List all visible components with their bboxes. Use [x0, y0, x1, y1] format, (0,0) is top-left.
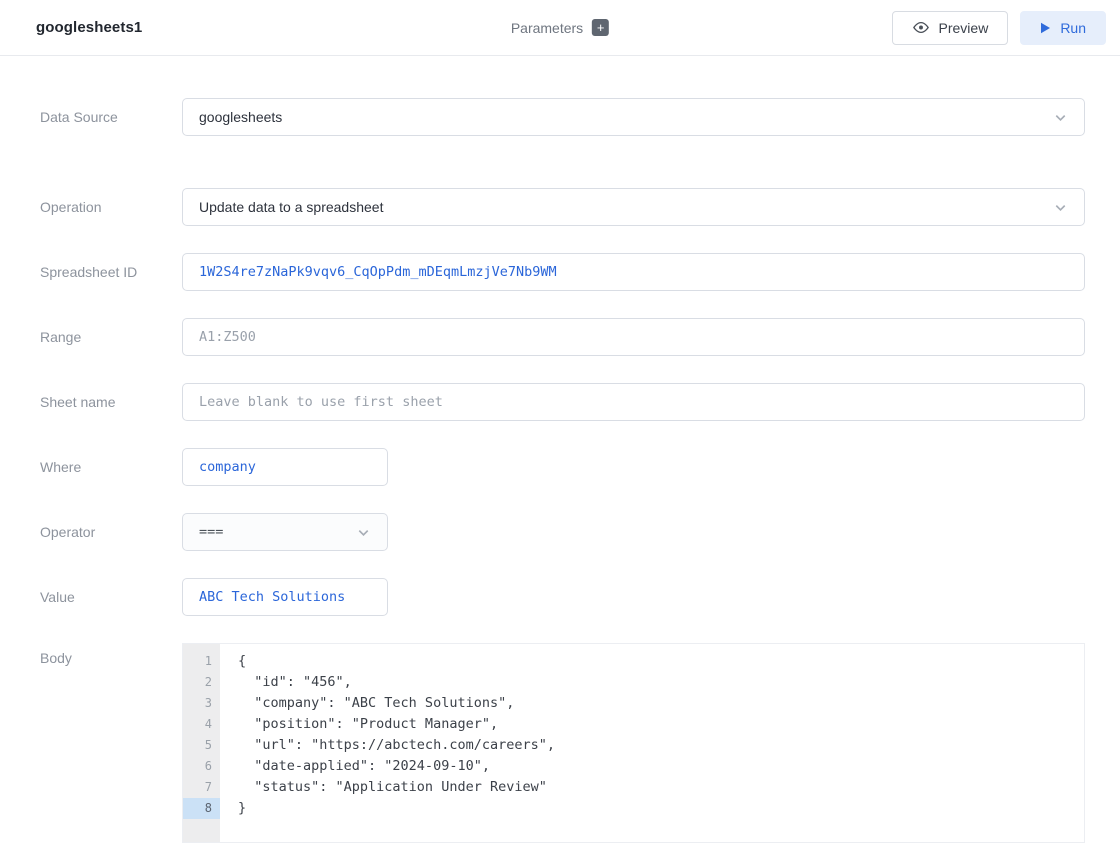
code-line[interactable]: "company": "ABC Tech Solutions", — [238, 693, 1084, 714]
operator-label: Operator — [0, 513, 182, 551]
line-number: 4 — [183, 714, 220, 735]
line-number: 7 — [183, 777, 220, 798]
parameters-form: Data Source googlesheets Operation Updat… — [0, 56, 1120, 843]
where-input[interactable] — [199, 459, 371, 475]
operation-label: Operation — [0, 188, 182, 226]
code-line[interactable]: "date-applied": "2024-09-10", — [238, 756, 1084, 777]
code-line[interactable]: "id": "456", — [238, 672, 1084, 693]
range-label: Range — [0, 318, 182, 356]
operator-value: === — [199, 524, 223, 540]
operation-select[interactable]: Update data to a spreadsheet — [182, 188, 1085, 226]
chevron-down-icon — [356, 525, 371, 540]
run-button[interactable]: Run — [1020, 11, 1106, 45]
row-operation: Operation Update data to a spreadsheet — [0, 188, 1120, 226]
code-line[interactable]: } — [238, 798, 1084, 819]
row-value: Value — [0, 578, 1120, 616]
run-button-label: Run — [1060, 20, 1086, 36]
row-operator: Operator === — [0, 513, 1120, 551]
line-number: 6 — [183, 756, 220, 777]
code-line[interactable]: "position": "Product Manager", — [238, 714, 1084, 735]
sheet-name-input[interactable] — [199, 394, 1068, 410]
line-number: 2 — [183, 672, 220, 693]
data-source-value: googlesheets — [199, 109, 282, 125]
data-source-select[interactable]: googlesheets — [182, 98, 1085, 136]
line-number: 5 — [183, 735, 220, 756]
parameters-label: Parameters — [511, 20, 583, 36]
row-spreadsheet-id: Spreadsheet ID — [0, 253, 1120, 291]
line-number: 1 — [183, 651, 220, 672]
preview-button-label: Preview — [939, 20, 989, 36]
operator-select[interactable]: === — [182, 513, 388, 551]
preview-button[interactable]: Preview — [892, 11, 1009, 45]
value-label: Value — [0, 578, 182, 616]
line-number: 8 — [183, 798, 220, 819]
parameters-group: Parameters + — [511, 19, 609, 36]
code-line[interactable]: "url": "https://abctech.com/careers", — [238, 735, 1084, 756]
row-sheet-name: Sheet name — [0, 383, 1120, 421]
row-range: Range — [0, 318, 1120, 356]
header-actions: Preview Run — [892, 11, 1106, 45]
eye-icon — [912, 21, 930, 34]
header: googlesheets1 Parameters + Preview Run — [0, 0, 1120, 56]
code-gutter: 12345678 — [183, 644, 220, 842]
body-code-editor[interactable]: 12345678 { "id": "456", "company": "ABC … — [182, 643, 1085, 843]
data-source-label: Data Source — [0, 98, 182, 136]
row-body: Body 12345678 { "id": "456", "company": … — [0, 643, 1120, 843]
spreadsheet-id-input[interactable] — [199, 264, 1068, 280]
chevron-down-icon — [1053, 200, 1068, 215]
operation-value: Update data to a spreadsheet — [199, 199, 383, 215]
play-icon — [1040, 22, 1051, 34]
row-data-source: Data Source googlesheets — [0, 98, 1120, 136]
add-parameter-button[interactable]: + — [592, 19, 609, 36]
spreadsheet-id-label: Spreadsheet ID — [0, 253, 182, 291]
code-line[interactable]: "status": "Application Under Review" — [238, 777, 1084, 798]
line-number: 3 — [183, 693, 220, 714]
sheet-name-label: Sheet name — [0, 383, 182, 421]
code-lines[interactable]: { "id": "456", "company": "ABC Tech Solu… — [220, 644, 1084, 842]
code-line[interactable]: { — [238, 651, 1084, 672]
where-label: Where — [0, 448, 182, 486]
body-label: Body — [0, 643, 182, 843]
step-title: googlesheets1 — [36, 19, 142, 36]
chevron-down-icon — [1053, 110, 1068, 125]
value-input[interactable] — [199, 589, 371, 605]
row-where: Where — [0, 448, 1120, 486]
range-input[interactable] — [199, 329, 1068, 345]
